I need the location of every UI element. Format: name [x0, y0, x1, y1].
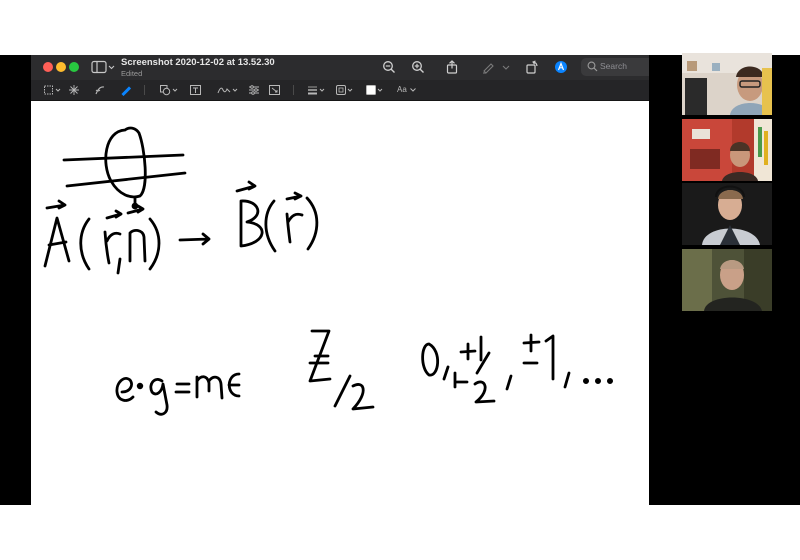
close-window-button[interactable]	[43, 62, 53, 72]
search-placeholder: Search	[600, 61, 627, 71]
document-canvas[interactable]	[31, 101, 649, 505]
border-color-icon[interactable]	[335, 84, 355, 96]
title-block: Screenshot 2020-12-02 at 13.52.30 Edited	[121, 57, 275, 78]
instant-alpha-icon[interactable]	[68, 84, 80, 96]
highlight-icon[interactable]	[481, 60, 495, 74]
markup-icon[interactable]	[554, 60, 568, 74]
fill-color-icon[interactable]	[365, 84, 385, 96]
sign-icon[interactable]	[217, 84, 241, 96]
minimize-window-button[interactable]	[56, 62, 66, 72]
chevron-down-icon	[410, 88, 416, 92]
share-icon[interactable]	[445, 60, 459, 74]
zoom-in-icon[interactable]	[411, 60, 425, 74]
toolbar-divider	[144, 85, 145, 95]
participant-video-2[interactable]	[682, 119, 772, 181]
vector-field-mapping-drawing	[43, 180, 319, 275]
participant-video-4[interactable]	[682, 249, 772, 311]
highlight-menu-chevron-icon[interactable]	[501, 60, 511, 74]
search-field[interactable]: Search	[581, 58, 649, 76]
adjust-size-icon[interactable]	[268, 84, 281, 96]
draw-icon[interactable]	[120, 84, 132, 96]
search-icon	[587, 61, 598, 72]
text-style-button[interactable]: Aa	[397, 84, 421, 96]
participant-video-3[interactable]	[682, 183, 772, 245]
shape-style-icon[interactable]	[307, 84, 327, 96]
participant-video-1[interactable]	[682, 53, 772, 115]
toolbar-divider	[293, 85, 294, 95]
window-titlebar: Screenshot 2020-12-02 at 13.52.30 Edited	[31, 55, 649, 80]
loop-diagram-drawing	[62, 126, 187, 210]
document-title[interactable]: Screenshot 2020-12-02 at 13.52.30	[121, 57, 275, 69]
sketch-icon[interactable]	[94, 84, 106, 96]
text-icon[interactable]	[189, 84, 203, 96]
handwritten-notes	[43, 126, 614, 416]
zoom-out-icon[interactable]	[382, 60, 396, 74]
sidebar-icon[interactable]	[91, 60, 115, 74]
preview-window: Screenshot 2020-12-02 at 13.52.30 Edited	[31, 55, 649, 505]
text-style-label: Aa	[397, 85, 407, 94]
document-status: Edited	[121, 69, 143, 78]
maximize-window-button[interactable]	[69, 62, 79, 72]
quantization-equation-drawing	[115, 329, 614, 416]
rotate-icon[interactable]	[525, 60, 539, 74]
markup-toolbar: Aa	[31, 80, 649, 101]
shapes-icon[interactable]	[159, 84, 181, 96]
selection-icon[interactable]	[43, 84, 63, 96]
adjust-color-icon[interactable]	[248, 84, 260, 96]
